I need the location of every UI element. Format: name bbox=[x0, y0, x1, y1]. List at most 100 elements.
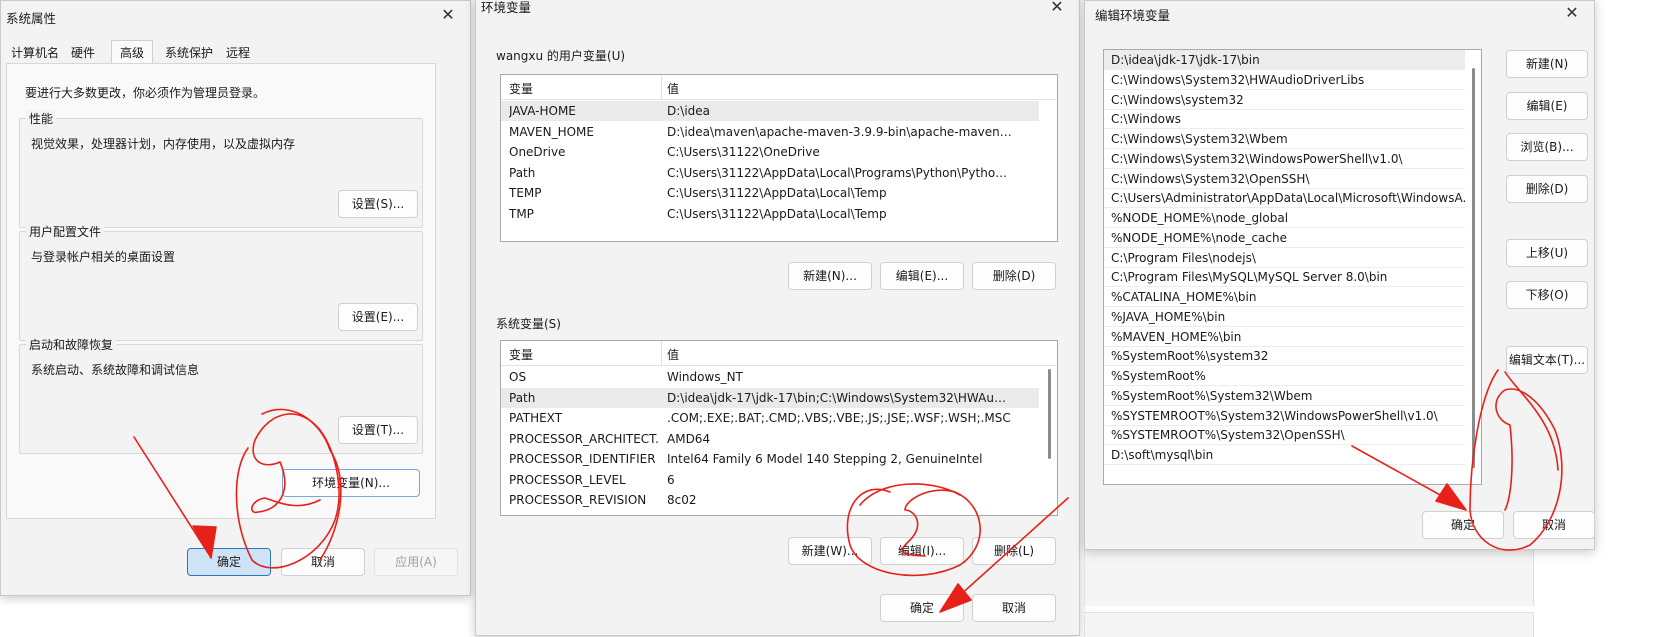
close-icon[interactable]: ✕ bbox=[436, 3, 460, 27]
system-edit-button[interactable]: 编辑(I)... bbox=[880, 537, 964, 565]
variable-name: TMP bbox=[509, 206, 534, 221]
list-item[interactable]: C:\Windows\System32\OpenSSH\ bbox=[1104, 169, 1465, 189]
list-item[interactable]: C:\Windows bbox=[1104, 109, 1465, 130]
list-item[interactable]: %NODE_HOME%\node_global bbox=[1104, 208, 1465, 228]
startup-settings-button[interactable]: 设置(T)... bbox=[338, 416, 418, 444]
new-path-button[interactable]: 新建(N) bbox=[1506, 50, 1588, 78]
edit-path-button[interactable]: 编辑(E) bbox=[1506, 92, 1588, 120]
system-delete-button[interactable]: 删除(L) bbox=[972, 537, 1056, 565]
user-profile-settings-button[interactable]: 设置(E)... bbox=[338, 303, 418, 331]
variable-name: Path bbox=[509, 165, 536, 180]
table-row[interactable]: PATHEXT .COM;.EXE;.BAT;.CMD;.VBS;.VBE;.JS… bbox=[501, 408, 1039, 428]
user-delete-button[interactable]: 删除(D) bbox=[972, 262, 1056, 290]
tab-system-protection[interactable]: 系统保护 bbox=[163, 43, 215, 63]
list-item[interactable]: C:\Windows\System32\WindowsPowerShell\v1… bbox=[1104, 149, 1465, 169]
variable-value: C:\Users\31122\AppData\Local\Temp bbox=[667, 186, 887, 200]
close-icon[interactable]: ✕ bbox=[1045, 0, 1069, 19]
list-item[interactable]: D:\idea\jdk-17\jdk-17\bin bbox=[1104, 50, 1465, 70]
system-variables-list[interactable]: 变量 值 OS Windows_NT Path D:\idea\jdk-17\jdk-… bbox=[500, 340, 1058, 516]
path-list[interactable]: D:\idea\jdk-17\jdk-17\bin C:\Windows\Syst… bbox=[1103, 49, 1482, 485]
list-header: 变量 值 bbox=[501, 75, 1057, 100]
column-separator[interactable] bbox=[661, 341, 662, 365]
list-item[interactable]: %JAVA_HOME%\bin bbox=[1104, 307, 1465, 327]
variable-value: 8c02 bbox=[667, 493, 697, 507]
list-item[interactable]: %CATALINA_HOME%\bin bbox=[1104, 287, 1465, 307]
performance-settings-button[interactable]: 设置(S)... bbox=[338, 190, 418, 218]
system-variables-label: 系统变量(S) bbox=[496, 317, 561, 331]
startup-recovery-group: 启动和故障恢复 系统启动、系统故障和调试信息 设置(T)... bbox=[19, 336, 423, 454]
variable-name: OS bbox=[509, 370, 527, 384]
list-item[interactable]: %SYSTEMROOT%\System32\OpenSSH\ bbox=[1104, 425, 1465, 446]
close-icon[interactable]: ✕ bbox=[1560, 1, 1584, 25]
list-item[interactable]: %SystemRoot%\System32\Wbem bbox=[1104, 386, 1465, 406]
list-item[interactable]: C:\Windows\System32\HWAudioDriverLibs bbox=[1104, 70, 1465, 90]
table-row[interactable]: OS Windows_NT bbox=[501, 367, 1039, 387]
list-item[interactable]: %SystemRoot% bbox=[1104, 366, 1465, 386]
column-separator[interactable] bbox=[661, 75, 662, 99]
table-row[interactable]: PROCESSOR_ARCHITECT... AMD64 bbox=[501, 429, 1039, 449]
startup-recovery-desc: 系统启动、系统故障和调试信息 bbox=[31, 363, 200, 377]
ok-button[interactable]: 确定 bbox=[187, 548, 271, 576]
system-properties-window: 系统属性 ✕ 计算机名 硬件 高级 系统保护 远程 要进行大多数更改，你必须作为… bbox=[0, 0, 471, 596]
user-profile-label: 用户配置文件 bbox=[26, 223, 105, 240]
table-row[interactable]: OneDrive C:\Users\31122\OneDrive bbox=[501, 142, 1039, 162]
variable-name: PROCESSOR_REVISION bbox=[509, 493, 647, 507]
list-item[interactable]: C:\Program Files\MySQL\MySQL Server 8.0\… bbox=[1104, 267, 1465, 288]
cancel-button[interactable]: 取消 bbox=[281, 548, 365, 576]
performance-label: 性能 bbox=[26, 110, 57, 127]
ok-button[interactable]: 确定 bbox=[1422, 511, 1504, 539]
delete-path-button[interactable]: 删除(D) bbox=[1506, 175, 1588, 203]
table-row[interactable]: PROCESSOR_IDENTIFIER Intel64 Family 6 Mod… bbox=[501, 449, 1039, 469]
list-item[interactable]: D:\soft\mysql\bin bbox=[1104, 445, 1465, 465]
window-title: 系统属性 bbox=[6, 11, 57, 26]
variable-name: OneDrive bbox=[509, 145, 566, 159]
column-variable[interactable]: 变量 bbox=[509, 346, 533, 363]
edit-text-button[interactable]: 编辑文本(T)... bbox=[1506, 346, 1588, 374]
list-item[interactable]: %SystemRoot%\system32 bbox=[1104, 346, 1465, 367]
path-list-scrollbar[interactable] bbox=[1472, 68, 1475, 468]
tab-computer-name[interactable]: 计算机名 bbox=[9, 43, 61, 63]
edit-environment-variable-window: 编辑环境变量 ✕ D:\idea\jdk-17\jdk-17\bin C:\Win… bbox=[1084, 0, 1595, 550]
variable-name: TEMP bbox=[509, 186, 542, 200]
apply-button[interactable]: 应用(A) bbox=[374, 548, 458, 576]
list-item[interactable]: %SYSTEMROOT%\System32\WindowsPowerShell\… bbox=[1104, 406, 1465, 426]
user-edit-button[interactable]: 编辑(E)... bbox=[880, 262, 964, 290]
browse-button[interactable]: 浏览(B)... bbox=[1506, 133, 1588, 161]
ok-button[interactable]: 确定 bbox=[880, 594, 964, 622]
window-title: 编辑环境变量 bbox=[1095, 8, 1171, 23]
column-value[interactable]: 值 bbox=[667, 80, 679, 97]
list-item[interactable]: %MAVEN_HOME%\bin bbox=[1104, 327, 1465, 347]
move-down-button[interactable]: 下移(O) bbox=[1506, 281, 1588, 309]
table-row[interactable]: JAVA-HOME D:\idea bbox=[501, 101, 1039, 121]
system-new-button[interactable]: 新建(W)... bbox=[788, 537, 872, 565]
table-row[interactable]: Path D:\idea\jdk-17\jdk-17\bin;C:\Windows… bbox=[501, 387, 1039, 408]
tab-remote[interactable]: 远程 bbox=[224, 43, 252, 63]
table-row[interactable]: PROCESSOR_REVISION 8c02 bbox=[501, 490, 1039, 510]
user-new-button[interactable]: 新建(N)... bbox=[788, 262, 872, 290]
table-row[interactable]: PROCESSOR_LEVEL 6 bbox=[501, 470, 1039, 490]
table-row[interactable]: MAVEN_HOME D:\idea\maven\apache-maven-3.9… bbox=[501, 122, 1039, 142]
move-up-button[interactable]: 上移(U) bbox=[1506, 239, 1588, 267]
variable-name: JAVA-HOME bbox=[509, 104, 576, 118]
column-value[interactable]: 值 bbox=[667, 346, 679, 363]
cancel-button[interactable]: 取消 bbox=[972, 594, 1056, 622]
table-row[interactable]: Path C:\Users\31122\AppData\Local\Program… bbox=[501, 163, 1039, 183]
list-item[interactable]: C:\Program Files\nodejs\ bbox=[1104, 248, 1465, 268]
cancel-button[interactable]: 取消 bbox=[1513, 511, 1595, 539]
environment-variables-button[interactable]: 环境变量(N)... bbox=[282, 469, 420, 497]
user-variables-list[interactable]: 变量 值 JAVA-HOME D:\idea MAVEN_HOME D:\idea\m… bbox=[500, 74, 1058, 242]
list-item[interactable]: %NODE_HOME%\node_cache bbox=[1104, 228, 1465, 248]
advanced-tab-panel: 要进行大多数更改，你必须作为管理员登录。 性能 视觉效果，处理器计划，内存使用，… bbox=[6, 63, 436, 519]
list-item[interactable]: C:\Users\Administrator\AppData\Local\Mic… bbox=[1104, 188, 1465, 209]
list-item[interactable]: C:\Windows\system32 bbox=[1104, 90, 1465, 110]
tab-advanced[interactable]: 高级 bbox=[111, 40, 154, 65]
system-list-scrollbar[interactable] bbox=[1048, 369, 1051, 459]
table-row[interactable]: TMP C:\Users\31122\AppData\Local\Temp bbox=[501, 204, 1039, 224]
variable-name: Path bbox=[509, 390, 536, 405]
table-row[interactable]: TEMP C:\Users\31122\AppData\Local\Temp bbox=[501, 183, 1039, 203]
list-item[interactable]: C:\Windows\System32\Wbem bbox=[1104, 129, 1465, 149]
background-window bbox=[1084, 548, 1534, 606]
user-profile-group: 用户配置文件 与登录帐户相关的桌面设置 设置(E)... bbox=[19, 223, 423, 341]
column-variable[interactable]: 变量 bbox=[509, 80, 533, 97]
tab-hardware[interactable]: 硬件 bbox=[69, 43, 97, 63]
